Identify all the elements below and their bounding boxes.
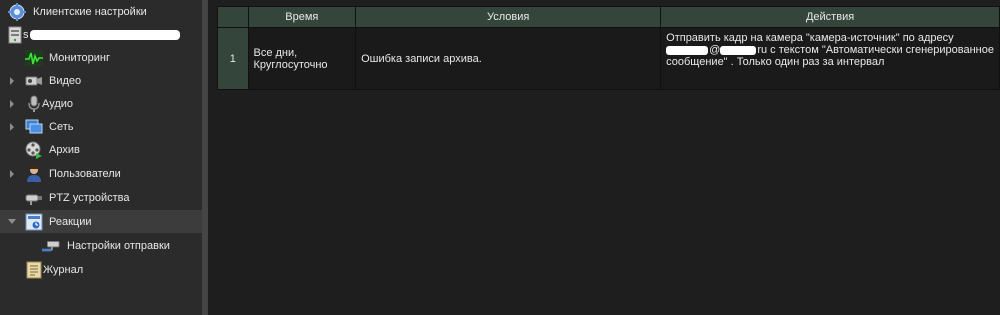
cell-time[interactable]: Все дни, Круглосуточно — [247, 27, 357, 90]
tree-item-label: Аудио — [42, 97, 74, 110]
reactions-table: Время Условия Действия 1 Все дни, Кругло… — [217, 6, 1000, 90]
tree-item-audio[interactable]: Аудио — [0, 92, 202, 115]
tree-item-label: Реакции — [49, 215, 92, 228]
column-header-time[interactable]: Время — [247, 6, 357, 28]
send-settings-icon — [42, 237, 60, 255]
time-days: Все дни, — [253, 46, 298, 59]
column-header-number[interactable] — [217, 6, 249, 28]
table-header-row: Время Условия Действия — [217, 6, 1000, 28]
monitoring-icon — [25, 49, 43, 67]
users-icon — [25, 165, 43, 183]
email-at-sign: @ — [709, 44, 721, 56]
tree-item-label: Пользователи — [49, 167, 121, 180]
tree-item-send-settings[interactable]: Настройки отправки — [0, 234, 202, 257]
tree-item-label: Журнал — [43, 263, 84, 276]
tree-item-ptz[interactable]: PTZ устройства — [0, 186, 202, 209]
time-hours: Круглосуточно — [253, 58, 328, 71]
tree-item-client-settings[interactable]: Клиентские настройки — [0, 0, 202, 23]
column-header-actions[interactable]: Действия — [660, 6, 1000, 28]
cell-condition[interactable]: Ошибка записи архива. — [355, 27, 662, 90]
action-line-2-text: ru с текстом "Автоматически сгенерирован… — [757, 44, 994, 56]
reactions-icon — [25, 213, 43, 231]
server-name-label: s — [23, 28, 29, 41]
action-line-2: @ ru с текстом "Автоматически сгенерирова… — [666, 44, 994, 56]
tree-item-label: Архив — [49, 143, 80, 156]
tree-item-monitoring[interactable]: Мониторинг — [0, 46, 202, 69]
tree-item-label: Клиентские настройки — [33, 5, 147, 18]
redacted-email — [666, 45, 709, 55]
tree-item-label: Мониторинг — [49, 51, 111, 64]
expand-arrow-icon[interactable] — [10, 100, 14, 108]
redacted-server-name — [30, 30, 180, 40]
tree-item-users[interactable]: Пользователи — [0, 162, 202, 185]
column-header-conditions[interactable]: Условия — [355, 6, 662, 28]
collapse-arrow-icon[interactable] — [8, 219, 16, 224]
server-icon — [6, 26, 24, 44]
action-line-3: сообщение" . Только один раз за интервал — [666, 56, 885, 68]
tree-item-video[interactable]: Видео — [0, 69, 202, 92]
tree-item-archive[interactable]: Архив — [0, 138, 202, 161]
reactions-panel: Время Условия Действия 1 Все дни, Кругло… — [208, 0, 1000, 315]
tree-item-journal[interactable]: Журнал — [0, 258, 202, 281]
redacted-email-domain — [720, 45, 757, 55]
tree-item-label: Настройки отправки — [67, 239, 170, 252]
video-camera-icon — [25, 72, 43, 90]
expand-arrow-icon[interactable] — [10, 123, 14, 131]
action-line-1: Отправить кадр на камера "камера-источни… — [666, 32, 954, 44]
network-icon — [25, 118, 43, 136]
archive-reel-icon — [25, 141, 43, 159]
tree-item-server[interactable]: s — [0, 23, 202, 46]
tree-item-reactions[interactable]: Реакции — [0, 210, 202, 233]
journal-icon — [25, 261, 43, 279]
gear-icon — [8, 2, 26, 21]
expand-arrow-icon[interactable] — [10, 77, 14, 85]
tree-item-label: PTZ устройства — [49, 191, 130, 204]
cell-action[interactable]: Отправить кадр на камера "камера-источни… — [660, 27, 1000, 90]
tree-item-network[interactable]: Сеть — [0, 115, 202, 138]
tree-item-label: Сеть — [49, 120, 74, 133]
microphone-icon — [25, 95, 43, 113]
expand-arrow-icon[interactable] — [10, 170, 14, 178]
tree-item-label: Видео — [49, 74, 82, 87]
table-row[interactable]: 1 Все дни, Круглосуточно Ошибка записи а… — [217, 27, 1000, 90]
row-number[interactable]: 1 — [217, 27, 249, 90]
settings-tree: Клиентские настройки s Мониторинг Видео … — [0, 0, 202, 315]
ptz-camera-icon — [25, 189, 43, 207]
